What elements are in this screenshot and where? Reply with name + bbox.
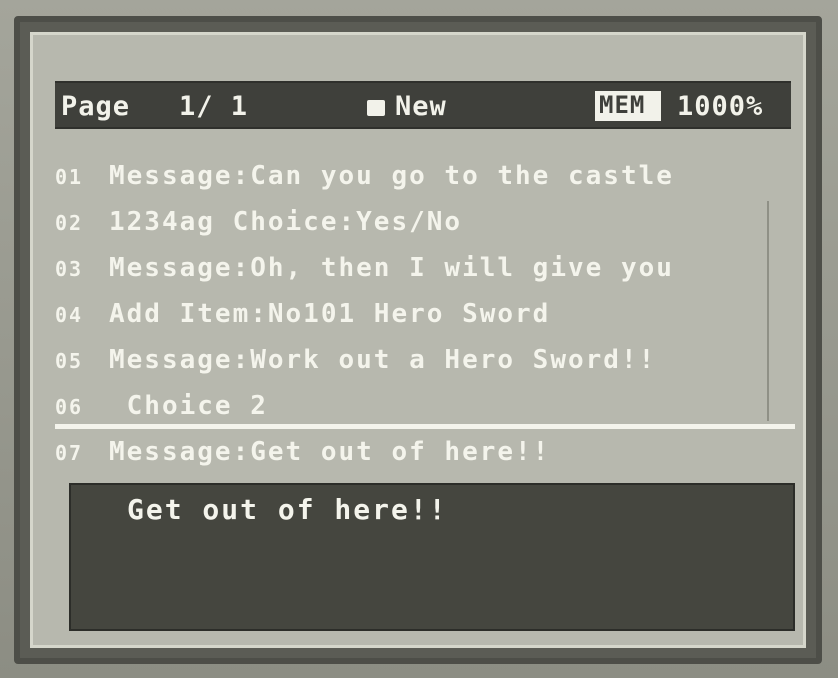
new-page-button[interactable]: New (395, 91, 447, 122)
page-number[interactable]: 1/ 1 (179, 91, 248, 122)
event-line-number: 07 (55, 441, 84, 465)
event-line[interactable]: 03 Message:Oh, then I will give you (55, 245, 795, 291)
event-line-number: 06 (55, 395, 84, 419)
screen-bezel: Page 1/ 1 New MEM 1000% 01 Message:Can yo… (14, 16, 822, 664)
event-line-number: 04 (55, 303, 84, 327)
message-preview-window: Get out of here!! (69, 483, 795, 631)
device-frame: Page 1/ 1 New MEM 1000% 01 Message:Can yo… (0, 0, 838, 678)
header-bar: Page 1/ 1 New MEM 1000% (55, 81, 791, 129)
event-line[interactable]: 04 Add Item:No101 Hero Sword (55, 291, 795, 337)
event-line[interactable]: 05 Message:Work out a Hero Sword!! (55, 337, 795, 383)
event-line-text: Message:Work out a Hero Sword!! (109, 345, 657, 375)
event-line[interactable]: 07 Message:Get out of here!! (55, 429, 795, 475)
event-line[interactable]: 01 Message:Can you go to the castle (55, 153, 795, 199)
event-line[interactable]: 02 1234ag Choice:Yes/No (55, 199, 795, 245)
event-line-text: Message:Oh, then I will give you (109, 253, 674, 283)
message-preview-text: Get out of here!! (127, 493, 448, 526)
event-line-number: 03 (55, 257, 84, 281)
event-line-number: 05 (55, 349, 84, 373)
event-line-text: Choice 2 (109, 391, 268, 421)
event-line-text: Add Item:No101 Hero Sword (109, 299, 551, 329)
event-line-text: 1234ag Choice:Yes/No (109, 207, 463, 237)
editor-screen: Page 1/ 1 New MEM 1000% 01 Message:Can yo… (30, 32, 806, 648)
event-line-number: 02 (55, 211, 84, 235)
event-command-list: 01 Message:Can you go to the castle 02 123… (55, 153, 795, 475)
memory-badge: MEM (595, 91, 661, 121)
event-line-text: Message:Can you go to the castle (109, 161, 674, 191)
event-line-number: 01 (55, 165, 84, 189)
memory-value: 1000% (677, 91, 764, 122)
event-line-text: Message:Get out of here!! (109, 437, 551, 467)
event-line-selected[interactable]: 06 Choice 2 (55, 383, 795, 429)
new-icon[interactable] (367, 100, 385, 116)
page-label: Page (61, 91, 131, 122)
memory-label: MEM (599, 91, 646, 119)
scrollbar[interactable] (767, 201, 775, 421)
